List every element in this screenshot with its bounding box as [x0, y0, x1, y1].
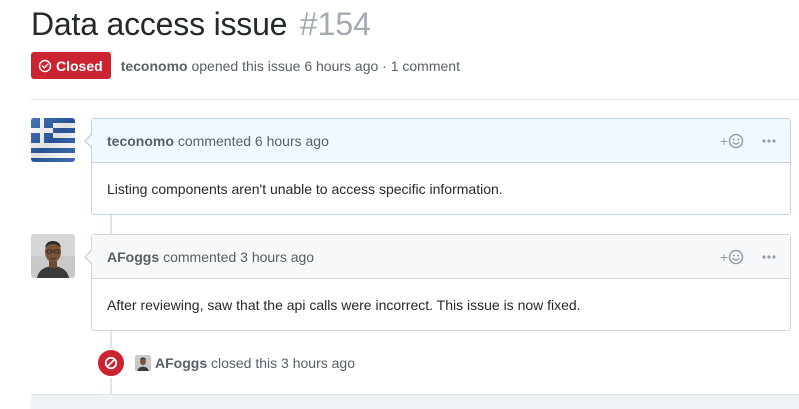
comment-body: After reviewing, saw that the api calls …	[107, 296, 581, 313]
issue-meta-text: teconomo opened this issue 6 hours ago ·…	[121, 58, 460, 74]
kebab-horizontal-icon	[762, 255, 776, 259]
issue-meta: Closed teconomo opened this issue 6 hour…	[31, 52, 460, 79]
event-description: closed this 3 hours ago	[211, 355, 355, 371]
issue-number: #154	[299, 6, 371, 42]
comment-body: Listing components aren't unable to acce…	[107, 180, 503, 197]
kebab-horizontal-icon	[762, 139, 776, 143]
add-reaction-button[interactable]: +	[720, 249, 744, 265]
plus-icon: +	[719, 133, 728, 149]
comment-timestamp[interactable]: commented 6 hours ago	[178, 133, 329, 149]
issue-author-link[interactable]: teconomo	[121, 58, 188, 74]
issue-title: Data access issue	[31, 6, 288, 42]
add-reaction-button[interactable]: +	[720, 133, 744, 149]
issue-meta-details: opened this issue 6 hours ago · 1 commen…	[191, 57, 460, 74]
more-options-button[interactable]	[762, 139, 776, 143]
comment-2: AFoggs commented 3 hours ago + After rev…	[84, 234, 791, 331]
circle-slash-icon	[96, 348, 126, 378]
comment-timestamp[interactable]: commented 3 hours ago	[163, 249, 314, 265]
comment-header: AFoggs commented 3 hours ago +	[92, 235, 790, 279]
plus-icon: +	[719, 249, 728, 265]
closed-event: AFoggs closed this 3 hours ago	[96, 348, 355, 378]
comment-actions: +	[720, 119, 776, 163]
issue-closed-icon	[38, 59, 52, 72]
header-divider	[31, 99, 799, 100]
comment-header: teconomo commented 6 hours ago +	[92, 119, 790, 163]
status-badge-label: Closed	[56, 57, 103, 74]
comment-1: teconomo commented 6 hours ago + Listing…	[84, 118, 791, 215]
comment-author-link[interactable]: AFoggs	[107, 249, 159, 265]
bottom-bar	[31, 394, 799, 409]
comment-actions: +	[720, 235, 776, 279]
smiley-icon	[728, 249, 744, 265]
comment-author-link[interactable]: teconomo	[107, 133, 174, 149]
status-badge: Closed	[31, 52, 111, 79]
event-text: AFoggs closed this 3 hours ago	[155, 355, 355, 371]
greek-flag-avatar[interactable]	[31, 118, 75, 162]
event-author-link[interactable]: AFoggs	[155, 355, 207, 371]
more-options-button[interactable]	[762, 255, 776, 259]
smiley-icon	[728, 133, 744, 149]
comment-caret	[84, 133, 93, 149]
person-photo-avatar[interactable]	[31, 234, 75, 278]
comment-caret	[84, 249, 93, 265]
issue-title-row: Data access issue #154	[31, 6, 371, 50]
event-avatar[interactable]	[135, 355, 151, 371]
